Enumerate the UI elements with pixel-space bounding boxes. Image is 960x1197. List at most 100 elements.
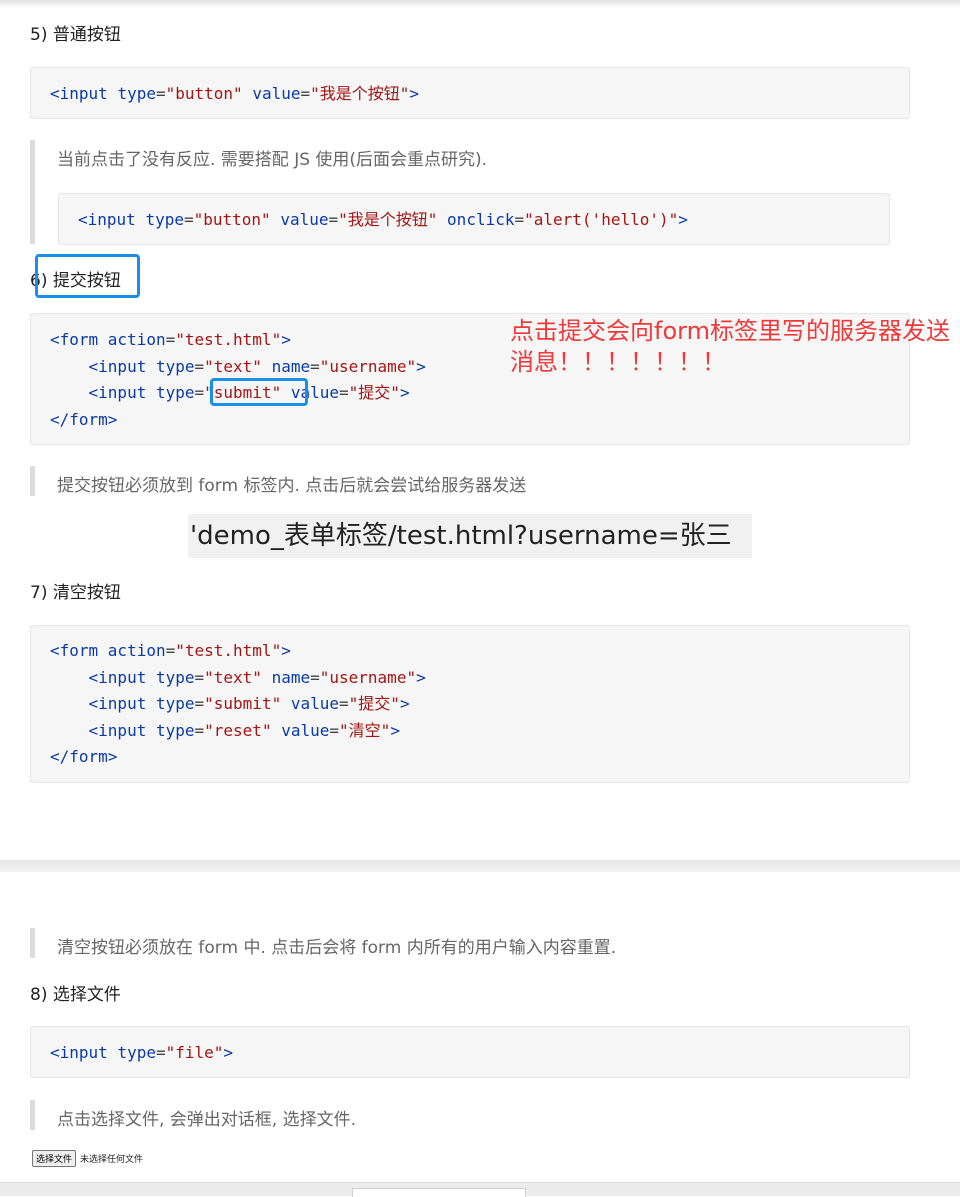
code-eq: = bbox=[328, 210, 339, 229]
code-tag: <form bbox=[50, 641, 108, 660]
code-block-onclick-button: <input type="button" value="我是个按钮" oncli… bbox=[58, 193, 890, 245]
code-string: "file" bbox=[165, 1043, 224, 1062]
heading-reset-button: 7) 清空按钮 bbox=[30, 583, 121, 603]
note-text: 当前点击了没有反应. 需要搭配 JS 使用(后面会重点研究). bbox=[57, 150, 488, 170]
url-screenshot: 'demo_表单标签/test.html?username=张三 bbox=[188, 514, 752, 558]
choose-file-button[interactable]: 选择文件 bbox=[32, 1150, 77, 1167]
code-attr: type bbox=[155, 383, 195, 402]
code-attr: value bbox=[290, 694, 340, 713]
code-tag: > bbox=[399, 694, 410, 713]
code-attr: value bbox=[281, 720, 330, 740]
code-eq: = bbox=[300, 84, 311, 103]
code-eq: = bbox=[155, 1043, 166, 1062]
code-tag: <input bbox=[88, 667, 156, 687]
code-attr: type bbox=[155, 694, 195, 713]
code-tag: > bbox=[223, 1043, 234, 1062]
code-line: <input type="button" value="我是个按钮"> bbox=[50, 81, 909, 108]
code-eq: = bbox=[329, 720, 340, 740]
code-attr: type bbox=[155, 720, 195, 740]
code-string: "test.html" bbox=[175, 330, 282, 349]
code-tag: <input bbox=[88, 720, 156, 740]
code-attr: name bbox=[271, 356, 311, 376]
code-eq: = bbox=[165, 330, 176, 349]
code-eq: = bbox=[183, 210, 194, 229]
code-string: "reset" bbox=[204, 720, 272, 740]
heading-highlight-box bbox=[35, 254, 140, 298]
code-attr: action bbox=[107, 330, 166, 349]
note-reset-button: 清空按钮必须放在 form 中. 点击后会将 form 内所有的用户输入内容重置… bbox=[30, 928, 890, 958]
code-attr: type bbox=[117, 84, 156, 103]
code-attr: value bbox=[252, 84, 301, 103]
code-string: "提交" bbox=[348, 383, 400, 402]
code-tag: > bbox=[281, 330, 291, 349]
code-tag: <input bbox=[78, 210, 146, 229]
code-string: "text" bbox=[204, 667, 262, 687]
code-eq: = bbox=[194, 720, 205, 740]
code-string: "提交" bbox=[348, 694, 400, 713]
code-eq: = bbox=[310, 356, 320, 376]
page-divider bbox=[0, 860, 960, 872]
code-eq: = bbox=[165, 641, 176, 660]
code-eq: = bbox=[310, 667, 320, 687]
code-eq: = bbox=[339, 694, 349, 713]
top-shadow bbox=[0, 0, 960, 6]
code-eq: = bbox=[155, 84, 166, 103]
code-tag: <input bbox=[50, 84, 118, 103]
code-line: <input type="file"> bbox=[50, 1040, 909, 1067]
note-text: 提交按钮必须放到 form 标签内. 点击后就会尝试给服务器发送 bbox=[57, 476, 527, 496]
code-attr: type bbox=[155, 356, 195, 376]
code-attr: action bbox=[107, 641, 166, 660]
code-tag: <form bbox=[50, 330, 108, 349]
code-tag: > bbox=[409, 84, 420, 103]
code-tag: > bbox=[678, 210, 688, 229]
code-tag: > bbox=[390, 720, 400, 740]
note-text: 点击选择文件, 会弹出对话框, 选择文件. bbox=[57, 1110, 357, 1130]
code-string: "button" bbox=[165, 84, 243, 103]
submit-highlight-box bbox=[210, 378, 308, 406]
code-string: "我是个按钮" bbox=[338, 210, 438, 229]
file-input-demo: 选择文件 未选择任何文件 bbox=[32, 1150, 143, 1167]
code-attr: onclick bbox=[447, 210, 515, 229]
code-string: "test.html" bbox=[175, 641, 282, 660]
code-line: <input type="text" name="username"> bbox=[50, 665, 909, 692]
code-tag: <input bbox=[50, 1043, 118, 1062]
code-line: <input type="submit" value="提交"> bbox=[50, 380, 909, 407]
code-tag: > bbox=[281, 641, 291, 660]
annotation-submit-sends: 点击提交会向form标签里写的服务器发送消息！！！！！！！ bbox=[510, 317, 950, 376]
file-status-text: 未选择任何文件 bbox=[80, 1155, 144, 1165]
code-tag: <input bbox=[88, 383, 156, 402]
code-eq: = bbox=[194, 356, 205, 376]
note-file-input: 点击选择文件, 会弹出对话框, 选择文件. bbox=[30, 1100, 890, 1130]
code-string: "text" bbox=[204, 356, 262, 376]
code-tag: > bbox=[399, 383, 410, 402]
code-attr: value bbox=[280, 210, 329, 229]
code-line: <input type="reset" value="清空"> bbox=[50, 718, 909, 745]
code-tag: </form> bbox=[50, 747, 118, 766]
heading-file-input: 8) 选择文件 bbox=[30, 985, 121, 1005]
note-submit-button: 提交按钮必须放到 form 标签内. 点击后就会尝试给服务器发送 bbox=[30, 466, 890, 496]
code-tag: > bbox=[416, 356, 426, 376]
code-tag: <input bbox=[88, 694, 156, 713]
heading-normal-button: 5) 普通按钮 bbox=[30, 25, 121, 45]
code-attr: type bbox=[155, 667, 195, 687]
code-string: "清空" bbox=[339, 720, 391, 740]
code-line: <input type="button" value="我是个按钮" oncli… bbox=[78, 207, 889, 234]
code-string: "alert('hello')" bbox=[524, 210, 679, 229]
code-line: <input type="submit" value="提交"> bbox=[50, 691, 909, 718]
code-eq: = bbox=[194, 694, 205, 713]
code-attr: type bbox=[117, 1043, 156, 1062]
bottom-input-field[interactable] bbox=[352, 1188, 526, 1197]
code-attr: name bbox=[271, 667, 311, 687]
code-block-reset-form: <form action="test.html"> <input type="t… bbox=[30, 625, 910, 783]
